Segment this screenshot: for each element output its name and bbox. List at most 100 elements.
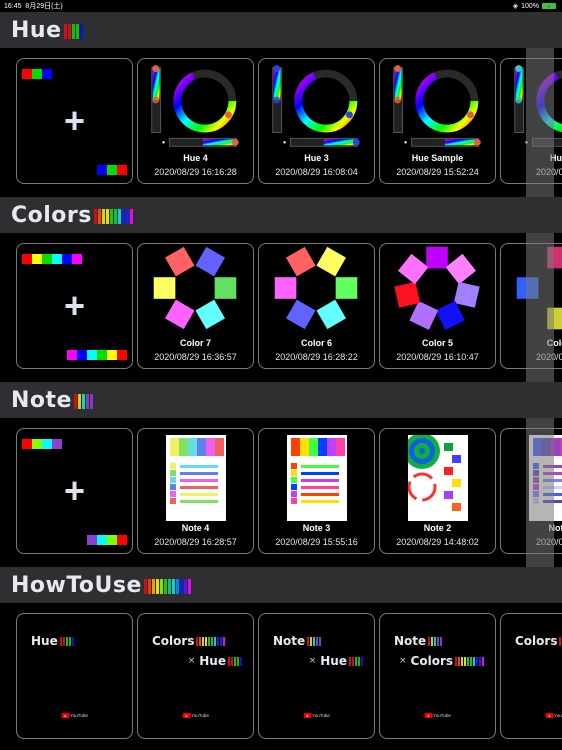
section-header-howtouse: HowToUse [0, 567, 562, 603]
stripe-bar [349, 657, 351, 666]
stripe-bar [234, 657, 236, 666]
stripe-bar [217, 637, 220, 646]
section-header-colors: Colors [0, 197, 562, 233]
saved-item-card[interactable]: Color 6 2020/08/29 16:28:22 [258, 243, 375, 369]
card-date: 2020/08/29 16:28:57 [154, 537, 237, 547]
stripe-bar [65, 637, 68, 646]
saved-item-card[interactable]: Hue Sample 2020/08/29 15:52:24 [379, 58, 496, 184]
chip [22, 254, 32, 264]
scroll-edge-overlay [526, 233, 554, 382]
youtube-icon [303, 713, 312, 718]
stripe-bar [455, 657, 457, 666]
chip [87, 535, 97, 545]
rainbow-stripe-icon [63, 24, 84, 39]
card-date: 2020/08/29 14:48:02 [396, 537, 479, 547]
video-title-primary: Note [394, 634, 443, 648]
stripe-bar [79, 24, 83, 39]
section-title: Note [11, 387, 72, 413]
stripe-bar [467, 657, 469, 666]
color-chips-bottom [67, 350, 127, 360]
note-page-preview [407, 435, 468, 521]
video-title-text: Colors [515, 634, 558, 648]
chip [42, 254, 52, 264]
card-date: 2020/08/29 16:36:57 [154, 352, 237, 362]
color-swatch [195, 246, 226, 277]
video-title-primary: Colors [152, 634, 226, 648]
stripe-bar [237, 657, 239, 666]
ring-handle [345, 111, 353, 119]
color-swatch [195, 299, 226, 330]
slider-handle [152, 65, 160, 73]
card-title: Color 7 [179, 338, 211, 348]
stripe-bar [196, 637, 199, 646]
youtube-label: YouTube [70, 713, 88, 718]
stripe-bar [113, 209, 117, 224]
video-title-text: Note [273, 634, 306, 648]
stripe-bar [431, 637, 434, 646]
new-item-button[interactable]: + [16, 58, 133, 184]
saved-item-card[interactable]: Note 4 2020/08/29 16:28:57 [137, 428, 254, 554]
card-date: 2020/08/29 16:10:47 [396, 352, 479, 362]
saved-item-card[interactable]: Note 2 2020/08/29 14:48:02 [379, 428, 496, 554]
color-swatch [214, 277, 237, 299]
ring-handle [466, 111, 474, 119]
stripe-bar [59, 637, 62, 646]
chip [32, 439, 42, 449]
rainbow-stripe-icon [307, 637, 322, 646]
card-scroller: Hue YouTube Colors × Hue YouTube Note × Hue YouTu… [16, 613, 562, 739]
stripe-bar [101, 209, 105, 224]
card-row-colors[interactable]: + Color 7 2020/08/29 16:36:57 Color 6 2020/0… [0, 233, 562, 382]
saved-item-card[interactable]: Color 5 2020/08/29 16:10:47 [379, 243, 496, 369]
saved-item-card[interactable]: Hue 4 2020/08/29 16:16:28 [137, 58, 254, 184]
stripe-bar [143, 579, 147, 594]
note-drawing [169, 438, 224, 504]
stripe-bar [151, 579, 155, 594]
saved-item-card[interactable]: Note 3 2020/08/29 15:55:16 [258, 428, 375, 554]
chip [107, 165, 117, 175]
howto-video-card[interactable]: Hue YouTube [16, 613, 133, 739]
youtube-icon [182, 713, 191, 718]
stripe-bar [214, 637, 217, 646]
card-scroller: + Hue 4 2020/08/29 16:16:28 Hue 3 2020/08/29… [16, 58, 562, 184]
stripe-bar [479, 657, 481, 666]
chip [32, 69, 42, 79]
card-date: 2020/08/29 16:28:22 [275, 352, 358, 362]
card-row-hue[interactable]: + Hue 4 2020/08/29 16:16:28 Hue 3 2020/08/29… [0, 48, 562, 197]
video-title-text: Hue [31, 634, 58, 648]
card-row-howtouse[interactable]: Hue YouTube Colors × Hue YouTube Note × Hue YouTu… [0, 603, 562, 750]
stripe-bar [220, 637, 223, 646]
color-swatch [445, 253, 477, 285]
stripe-bar [240, 657, 242, 666]
card-row-note[interactable]: + Note 4 2020/08/29 16:28:57 Note 3 2020/08/… [0, 418, 562, 567]
card-title: Hue 4 [183, 153, 208, 163]
stripe-bar [231, 657, 233, 666]
stripe-bar [202, 637, 205, 646]
youtube-badge: YouTube [182, 713, 209, 718]
youtube-badge: YouTube [303, 713, 330, 718]
dot-indicator [404, 141, 407, 144]
howto-video-card[interactable]: Colors YouTube [500, 613, 562, 739]
howto-video-card[interactable]: Note × Hue YouTube [258, 613, 375, 739]
howto-video-card[interactable]: Note × Colors YouTube [379, 613, 496, 739]
video-title-primary: Hue [31, 634, 75, 648]
plus-icon: + [63, 285, 86, 326]
card-title: Hue 3 [304, 153, 329, 163]
stripe-bar [171, 579, 175, 594]
battery-icon: ⚡ [542, 3, 556, 9]
new-item-button[interactable]: + [16, 243, 133, 369]
colors-preview [153, 246, 237, 330]
howto-video-card[interactable]: Colors × Hue YouTube [137, 613, 254, 739]
hue-preview [393, 65, 481, 147]
saved-item-card[interactable]: Color 7 2020/08/29 16:36:57 [137, 243, 254, 369]
youtube-label: YouTube [554, 713, 562, 718]
stripe-bar [163, 579, 167, 594]
stripe-bar [85, 394, 89, 409]
stripe-bar [434, 637, 437, 646]
new-item-button[interactable]: + [16, 428, 133, 554]
video-title-text: Colors [410, 654, 453, 668]
stripe-bar [75, 24, 79, 39]
status-bar: 16:45 8月29日(土) ◈ 100% ⚡ [0, 0, 562, 12]
stripe-bar [352, 657, 354, 666]
youtube-badge: YouTube [61, 713, 88, 718]
saved-item-card[interactable]: Hue 3 2020/08/29 16:08:04 [258, 58, 375, 184]
